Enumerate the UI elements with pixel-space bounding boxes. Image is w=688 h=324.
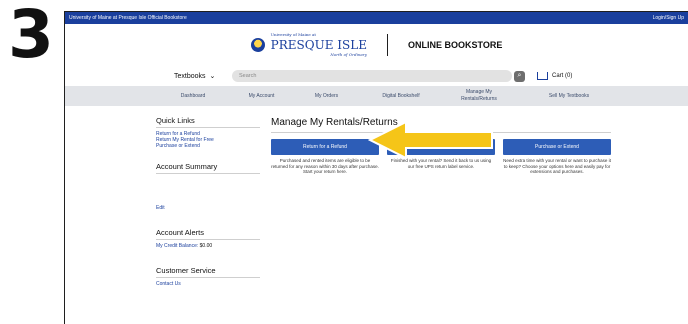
step-number: 3 [8,0,54,73]
contact-us-link[interactable]: Contact Us [156,281,260,287]
top-bar: University of Maine at Presque Isle Offi… [65,12,688,24]
customer-service-section: Customer Service Contact Us [156,266,260,287]
nav-digital-bookshelf[interactable]: Digital Bookshelf [366,93,436,99]
nav-sell-textbooks[interactable]: Sell My Textbooks [534,93,604,99]
textbooks-label: Textbooks [174,72,206,80]
quick-links-heading: Quick Links [156,116,195,125]
purchase-or-extend-button[interactable]: Purchase or Extend [503,139,611,155]
brand-divider [386,34,388,56]
brand-header: University of Maine at PRESQUE ISLE Nort… [65,24,688,66]
account-nav: Dashboard My Account My Orders Digital B… [65,86,688,106]
divider [156,127,260,128]
nav-manage-rentals[interactable]: Manage My Rentals/Returns [454,89,504,103]
login-link[interactable]: Login/Sign Up [653,15,684,21]
nav-my-orders[interactable]: My Orders [299,93,354,99]
credit-value: $0.00 [199,243,213,249]
edit-link[interactable]: Edit [156,205,260,211]
account-alerts-heading: Account Alerts [156,228,204,237]
option-description: Need extra time with your rental or want… [503,158,611,175]
account-summary-heading: Account Summary [156,162,218,171]
account-alerts-section: Account Alerts My Credit Balance: $0.00 [156,228,260,249]
credit-label: My Credit Balance: [156,243,199,249]
nav-dashboard[interactable]: Dashboard [158,93,228,99]
quick-link-purchase-extend[interactable]: Purchase or Extend [156,143,260,149]
textbooks-dropdown[interactable]: Textbooks ⌄ [174,72,232,81]
search-placeholder: Search [239,73,257,79]
search-icon: ⌕ [517,72,522,79]
account-summary-section: Account Summary [156,162,260,177]
customer-service-heading: Customer Service [156,266,216,275]
option-description: Purchased and rented items are eligible … [271,158,379,175]
cart-label: Cart (0) [552,73,573,79]
browser-screenshot: University of Maine at Presque Isle Offi… [64,11,688,324]
option-card-refund: Return for a Refund Purchased and rented… [271,139,379,175]
search-button[interactable]: ⌕ [514,70,525,82]
store-name: ONLINE BOOKSTORE [407,40,503,50]
return-for-refund-button[interactable]: Return for a Refund [271,139,379,155]
page-body: Quick Links Return for a Refund Return M… [65,106,688,324]
search-input[interactable]: Search [232,70,512,82]
tutorial-frame: 3 University of Maine at Presque Isle Of… [0,0,688,324]
store-official-label: University of Maine at Presque Isle Offi… [69,15,187,21]
quick-links-section: Quick Links Return for a Refund Return M… [156,116,260,149]
cart-link[interactable]: Cart (0) [537,72,572,80]
divider [156,173,260,174]
divider [156,239,260,240]
university-logo[interactable]: University of Maine at PRESQUE ISLE Nort… [250,30,367,60]
chevron-down-icon: ⌄ [209,73,216,80]
university-seal-icon [250,38,265,52]
edit-section: Edit [156,205,260,211]
option-card-purchase-extend: Purchase or Extend Need extra time with … [503,139,611,175]
search-row: Textbooks ⌄ Search ⌕ Cart (0) [65,66,688,86]
credit-balance[interactable]: My Credit Balance: $0.00 [156,243,260,249]
cart-icon [537,72,548,80]
divider [156,277,260,278]
nav-my-account[interactable]: My Account [234,93,289,99]
pointer-arrow-icon [368,120,493,160]
